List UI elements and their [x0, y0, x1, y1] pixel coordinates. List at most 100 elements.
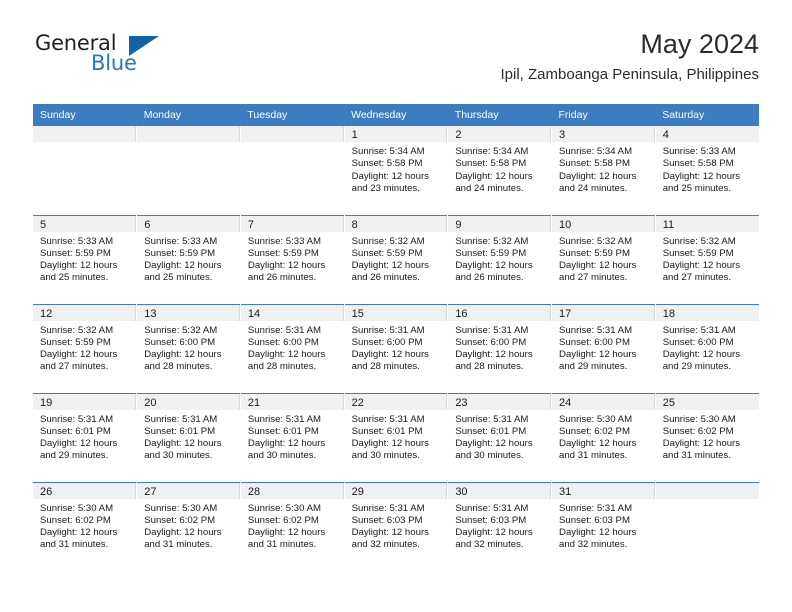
calendar-day-inner: 4 Sunrise: 5:33 AM Sunset: 5:58 PM Daylight…: [655, 126, 759, 215]
day-number: 23: [448, 393, 552, 410]
calendar-day-cell[interactable]: 19 Sunrise: 5:31 AM Sunset: 6:01 PM Dayligh…: [33, 392, 138, 482]
daylight-text-line2: and 25 minutes.: [40, 272, 109, 284]
calendar-day-cell[interactable]: 17 Sunrise: 5:31 AM Sunset: 6:00 PM Dayligh…: [551, 303, 656, 393]
day-number: 29: [344, 482, 448, 499]
calendar-day-cell[interactable]: 29 Sunrise: 5:31 AM Sunset: 6:03 PM Dayligh…: [344, 481, 449, 571]
day-number: 12: [33, 304, 137, 321]
day-details: Sunrise: 5:33 AM Sunset: 5:59 PM Daylight:…: [33, 232, 136, 285]
weekday-header-sunday: Sunday: [33, 104, 137, 126]
day-number: 16: [448, 304, 552, 321]
day-number: 15: [344, 304, 448, 321]
calendar-day-cell[interactable]: 5 Sunrise: 5:33 AM Sunset: 5:59 PM Daylight…: [33, 214, 138, 304]
daylight-text-line2: and 29 minutes.: [662, 361, 731, 373]
sunset-text: Sunset: 6:02 PM: [144, 514, 216, 526]
calendar-day-cell[interactable]: 4 Sunrise: 5:33 AM Sunset: 5:58 PM Daylight…: [655, 126, 759, 215]
day-number: 22: [344, 393, 448, 410]
calendar-day-inner: 16 Sunrise: 5:31 AM Sunset: 6:00 PM Dayligh…: [448, 304, 552, 393]
daylight-text-line2: and 25 minutes.: [662, 182, 731, 194]
day-details: Sunrise: 5:31 AM Sunset: 6:03 PM Daylight:…: [345, 499, 448, 552]
daylight-text-line1: Daylight: 12 hours: [40, 349, 118, 361]
daylight-text-line2: and 30 minutes.: [247, 450, 317, 462]
calendar-day-inner: 25 Sunrise: 5:30 AM Sunset: 6:02 PM Dayligh…: [655, 393, 759, 482]
sunset-text: Sunset: 5:59 PM: [351, 247, 423, 259]
day-details: Sunrise: 5:30 AM Sunset: 6:02 PM Daylight:…: [241, 499, 344, 552]
calendar-day-cell[interactable]: 30 Sunrise: 5:31 AM Sunset: 6:03 PM Dayligh…: [447, 481, 553, 571]
sunrise-text: Sunrise: 5:31 AM: [662, 324, 736, 336]
day-details: Sunrise: 5:31 AM Sunset: 6:01 PM Daylight:…: [33, 410, 136, 463]
calendar-day-inner: 26 Sunrise: 5:30 AM Sunset: 6:02 PM Dayligh…: [33, 482, 137, 572]
calendar-day-inner: 21 Sunrise: 5:31 AM Sunset: 6:01 PM Dayligh…: [240, 393, 344, 482]
calendar-day-inner: 2 Sunrise: 5:34 AM Sunset: 5:58 PM Daylight…: [448, 126, 552, 215]
day-details: Sunrise: 5:32 AM Sunset: 5:59 PM Daylight:…: [448, 232, 551, 285]
calendar-day-cell[interactable]: 22 Sunrise: 5:31 AM Sunset: 6:01 PM Dayligh…: [344, 392, 449, 482]
calendar-body: 1 Sunrise: 5:34 AM Sunset: 5:58 PM Daylight…: [33, 126, 759, 571]
calendar-day-cell[interactable]: 20 Sunrise: 5:31 AM Sunset: 6:01 PM Dayligh…: [136, 392, 241, 482]
day-details: Sunrise: 5:31 AM Sunset: 6:00 PM Daylight:…: [552, 321, 655, 374]
sunset-text: Sunset: 6:00 PM: [351, 336, 423, 348]
calendar-table: Sunday Monday Tuesday Wednesday Thursday…: [33, 104, 759, 571]
calendar-day-cell[interactable]: 24 Sunrise: 5:30 AM Sunset: 6:02 PM Dayligh…: [551, 392, 656, 482]
sunset-text: Sunset: 5:58 PM: [662, 158, 734, 170]
calendar-day-inner: [137, 126, 240, 215]
calendar-day-cell[interactable]: 6 Sunrise: 5:33 AM Sunset: 5:59 PM Daylight…: [136, 214, 241, 304]
day-details: Sunrise: 5:31 AM Sunset: 6:01 PM Daylight:…: [345, 410, 448, 463]
sunrise-text: Sunrise: 5:31 AM: [247, 324, 321, 336]
calendar-day-cell[interactable]: 23 Sunrise: 5:31 AM Sunset: 6:01 PM Dayligh…: [447, 392, 553, 482]
daylight-text-line2: and 28 minutes.: [351, 361, 420, 373]
daylight-text-line1: Daylight: 12 hours: [40, 527, 118, 539]
calendar-day-inner: 19 Sunrise: 5:31 AM Sunset: 6:01 PM Dayligh…: [33, 393, 137, 482]
calendar-day-cell[interactable]: 16 Sunrise: 5:31 AM Sunset: 6:00 PM Dayligh…: [447, 303, 553, 393]
day-details: Sunrise: 5:34 AM Sunset: 5:58 PM Daylight:…: [552, 142, 655, 195]
calendar-day-cell[interactable]: 15 Sunrise: 5:31 AM Sunset: 6:00 PM Dayligh…: [344, 303, 449, 393]
calendar-day-inner: 23 Sunrise: 5:31 AM Sunset: 6:01 PM Dayligh…: [448, 393, 552, 482]
calendar-week-row: 19 Sunrise: 5:31 AM Sunset: 6:01 PM Dayligh…: [33, 392, 759, 482]
daylight-text-line1: Daylight: 12 hours: [455, 260, 533, 272]
daylight-text-line2: and 28 minutes.: [247, 361, 317, 373]
sunset-text: Sunset: 5:59 PM: [455, 247, 527, 259]
sunset-text: Sunset: 6:02 PM: [247, 514, 319, 526]
calendar-day-cell[interactable]: 13 Sunrise: 5:32 AM Sunset: 6:00 PM Dayligh…: [136, 303, 241, 393]
calendar-day-cell[interactable]: 14 Sunrise: 5:31 AM Sunset: 6:00 PM Dayligh…: [240, 303, 345, 393]
sunrise-text: Sunrise: 5:31 AM: [559, 324, 633, 336]
day-number: 24: [552, 393, 655, 410]
sunrise-text: Sunrise: 5:30 AM: [247, 502, 321, 514]
calendar-day-cell[interactable]: 12 Sunrise: 5:32 AM Sunset: 5:59 PM Dayligh…: [33, 303, 138, 393]
calendar-page: General Blue May 2024 Ipil, Zamboanga Pe…: [0, 0, 792, 612]
daylight-text-line1: Daylight: 12 hours: [662, 438, 741, 450]
calendar-day-inner: 6 Sunrise: 5:33 AM Sunset: 5:59 PM Daylight…: [137, 215, 240, 304]
daylight-text-line1: Daylight: 12 hours: [40, 260, 118, 272]
day-details: Sunrise: 5:32 AM Sunset: 5:59 PM Daylight:…: [345, 232, 448, 285]
day-number: 7: [240, 215, 344, 232]
calendar-day-inner: 31 Sunrise: 5:31 AM Sunset: 6:03 PM Dayligh…: [552, 482, 655, 572]
calendar-day-cell[interactable]: 18 Sunrise: 5:31 AM Sunset: 6:00 PM Dayligh…: [655, 303, 759, 393]
calendar-day-cell[interactable]: 28 Sunrise: 5:30 AM Sunset: 6:02 PM Dayligh…: [240, 481, 345, 571]
day-number: 2: [448, 126, 552, 142]
calendar-day-cell[interactable]: 10 Sunrise: 5:32 AM Sunset: 5:59 PM Dayligh…: [551, 214, 656, 304]
calendar-day-cell[interactable]: 25 Sunrise: 5:30 AM Sunset: 6:02 PM Dayligh…: [655, 392, 759, 482]
daylight-text-line1: Daylight: 12 hours: [662, 349, 741, 361]
day-details: Sunrise: 5:30 AM Sunset: 6:02 PM Daylight:…: [33, 499, 136, 552]
calendar-day-cell[interactable]: 8 Sunrise: 5:32 AM Sunset: 5:59 PM Daylight…: [344, 214, 449, 304]
daylight-text-line1: Daylight: 12 hours: [351, 260, 429, 272]
calendar-day-cell[interactable]: 7 Sunrise: 5:33 AM Sunset: 5:59 PM Daylight…: [240, 214, 345, 304]
calendar-day-cell[interactable]: 3 Sunrise: 5:34 AM Sunset: 5:58 PM Daylight…: [551, 126, 656, 215]
calendar-day-cell[interactable]: 26 Sunrise: 5:30 AM Sunset: 6:02 PM Dayligh…: [33, 481, 138, 572]
day-number: 14: [240, 304, 344, 321]
calendar-day-inner: 17 Sunrise: 5:31 AM Sunset: 6:00 PM Dayligh…: [552, 304, 655, 393]
calendar-day-cell[interactable]: 11 Sunrise: 5:32 AM Sunset: 5:59 PM Dayligh…: [655, 214, 759, 304]
calendar-day-cell-empty: [655, 481, 759, 571]
day-details: Sunrise: 5:31 AM Sunset: 6:00 PM Daylight:…: [448, 321, 551, 374]
calendar-day-cell[interactable]: 1 Sunrise: 5:34 AM Sunset: 5:58 PM Daylight…: [344, 126, 449, 215]
calendar-day-cell[interactable]: 27 Sunrise: 5:30 AM Sunset: 6:02 PM Dayligh…: [136, 481, 241, 571]
page-header: General Blue May 2024 Ipil, Zamboanga Pe…: [33, 28, 759, 98]
daylight-text-line1: Daylight: 12 hours: [144, 438, 222, 450]
day-number: 13: [137, 304, 240, 321]
calendar-day-cell[interactable]: 2 Sunrise: 5:34 AM Sunset: 5:58 PM Daylight…: [447, 126, 553, 215]
calendar-day-cell[interactable]: 21 Sunrise: 5:31 AM Sunset: 6:01 PM Dayligh…: [240, 392, 345, 482]
calendar-day-inner: 10 Sunrise: 5:32 AM Sunset: 5:59 PM Dayligh…: [552, 215, 655, 304]
day-details: Sunrise: 5:32 AM Sunset: 5:59 PM Daylight:…: [656, 232, 759, 285]
daylight-text-line1: Daylight: 12 hours: [559, 170, 637, 182]
sunset-text: Sunset: 5:59 PM: [144, 247, 216, 259]
calendar-day-cell[interactable]: 9 Sunrise: 5:32 AM Sunset: 5:59 PM Daylight…: [447, 214, 553, 304]
calendar-day-cell[interactable]: 31 Sunrise: 5:31 AM Sunset: 6:03 PM Dayligh…: [551, 481, 656, 572]
